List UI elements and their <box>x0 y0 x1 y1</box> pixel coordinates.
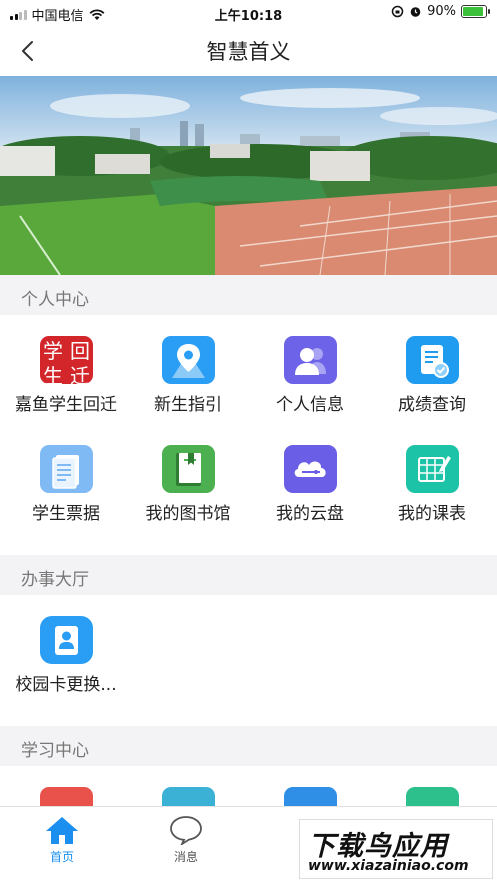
alarm-icon <box>410 7 421 17</box>
tab-label: 消息 <box>173 850 198 864</box>
tile-my-library[interactable]: 我的图书馆 <box>126 424 250 524</box>
id-card-icon <box>39 616 93 664</box>
tile-label: 新生指引 <box>154 395 222 415</box>
stamp-char-4: 迁 <box>70 364 90 385</box>
cloud-drive-icon <box>283 445 337 493</box>
tile-study-1[interactable] <box>4 766 128 806</box>
tile-study-3[interactable] <box>248 766 372 806</box>
tile-label: 成绩查询 <box>398 395 466 415</box>
study-center-grid <box>0 766 497 806</box>
watermark-url: www.xiazainiao.com <box>308 858 469 874</box>
tile-freshman-guide[interactable]: 新生指引 <box>126 315 250 415</box>
tile-label: 校园卡更换... <box>15 675 117 695</box>
tile-label: 我的图书馆 <box>145 504 231 524</box>
person-icon <box>161 787 215 806</box>
watermark-logo: 下载鸟应用 www.xiazainiao.com <box>299 819 493 879</box>
tile-study-2[interactable] <box>126 766 250 806</box>
tile-student-return[interactable]: 学 回 生 迁 嘉鱼学生回迁 <box>4 315 128 415</box>
tab-home[interactable]: 首页 <box>0 815 124 875</box>
user-icon <box>405 787 459 806</box>
navigation-bar: 智慧首义 <box>0 26 497 76</box>
tile-study-4[interactable] <box>370 766 494 806</box>
tile-label: 学生票据 <box>32 504 100 524</box>
tab-messages[interactable]: 消息 <box>124 815 248 875</box>
section-title-service-hall: 办事大厅 <box>0 555 497 595</box>
student-return-stamp-icon: 学 回 生 迁 <box>39 336 93 385</box>
page-title: 智慧首义 <box>206 40 291 64</box>
monitor-icon <box>283 787 337 806</box>
tile-my-timetable[interactable]: 我的课表 <box>370 424 494 524</box>
tile-label: 个人信息 <box>276 395 344 415</box>
tile-label: 我的云盘 <box>276 504 344 524</box>
tile-grade-query[interactable]: 成绩查询 <box>370 315 494 415</box>
tile-personal-info[interactable]: 个人信息 <box>248 315 372 415</box>
stamp-char-2: 回 <box>70 339 90 363</box>
receipt-icon <box>39 445 93 493</box>
map-pin-icon <box>161 336 215 384</box>
document-check-icon <box>405 336 459 384</box>
campus-banner-image[interactable] <box>0 76 497 275</box>
service-hall-grid: 校园卡更换... <box>0 595 497 726</box>
section-title-study: 学习中心 <box>0 726 497 766</box>
home-icon <box>46 817 78 844</box>
tile-my-cloud-drive[interactable]: 我的云盘 <box>248 424 372 524</box>
battery-icon <box>461 5 490 18</box>
book-icon <box>161 445 215 493</box>
stamp-char-3: 生 <box>43 364 63 385</box>
stamp-char-1: 学 <box>43 339 63 363</box>
message-icon <box>170 816 202 845</box>
tile-campus-card-replace[interactable]: 校园卡更换... <box>4 595 128 695</box>
tab-label: 首页 <box>49 850 74 864</box>
battery-percent: 90% <box>427 4 456 19</box>
personal-center-grid: 学 回 生 迁 嘉鱼学生回迁 新生指引 个人信息 成绩查询 学生票据 我的图书馆… <box>0 315 497 555</box>
people-icon <box>283 336 337 384</box>
tile-student-receipt[interactable]: 学生票据 <box>4 424 128 524</box>
timetable-icon <box>405 445 459 493</box>
calendar-icon <box>39 787 93 806</box>
status-bar: 中国电信 上午10:18 90% <box>0 0 497 26</box>
section-title-personal: 个人中心 <box>0 275 497 315</box>
orientation-lock-icon <box>391 5 404 18</box>
tile-label: 我的课表 <box>398 504 466 524</box>
tile-label: 嘉鱼学生回迁 <box>15 395 117 415</box>
